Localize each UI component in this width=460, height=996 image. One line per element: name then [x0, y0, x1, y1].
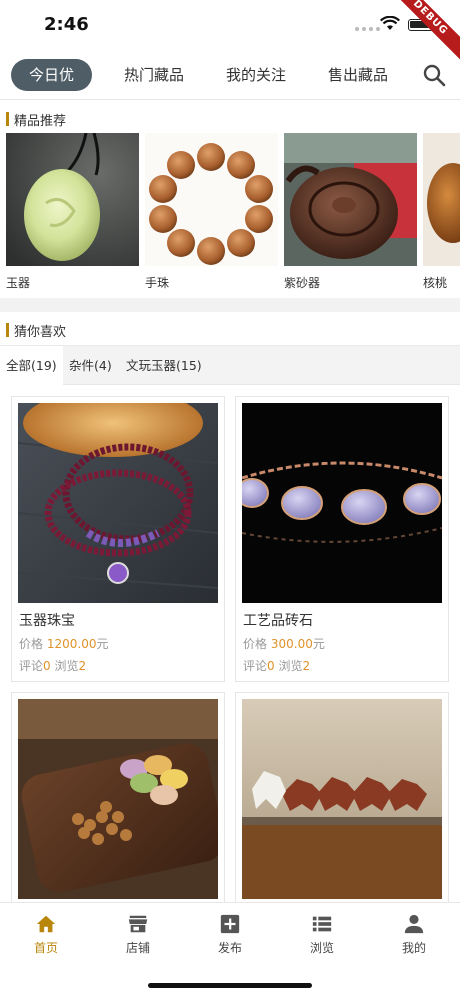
person-icon	[404, 914, 424, 934]
wifi-icon	[380, 16, 400, 30]
guess-section-header: 猜你喜欢	[0, 313, 460, 345]
featured-item-jade[interactable]: 玉器	[6, 133, 139, 291]
nav-label: 我的	[401, 941, 426, 955]
comment-count: 0	[267, 659, 275, 673]
product-image-lavender-bracelet	[242, 403, 442, 603]
tab-today-picks[interactable]: 今日优选	[11, 59, 92, 116]
view-label: 浏览	[54, 659, 79, 673]
bottom-nav-bar: 首页 店铺 发布 浏览 我的	[0, 902, 460, 996]
featured-item-teapot[interactable]: 紫砂器	[284, 133, 417, 291]
walnut-image	[423, 133, 460, 266]
nav-store[interactable]: 店铺	[92, 903, 184, 963]
nav-label: 浏览	[309, 941, 334, 955]
price-unit: 元	[96, 637, 109, 651]
product-name: 玉器珠宝	[19, 613, 75, 629]
featured-item-walnut[interactable]: 核桃	[423, 133, 460, 291]
section-divider	[0, 298, 460, 312]
filter-jade-curios[interactable]: 文玩玉器(15)	[126, 346, 202, 386]
tab-sold-collections[interactable]: 售出藏品	[320, 59, 396, 91]
view-count: 2	[302, 659, 311, 673]
price-label: 价格	[19, 637, 44, 651]
price-value: 300.00	[270, 637, 313, 651]
comment-label: 评论	[243, 659, 268, 673]
featured-item-label: 紫砂器	[284, 276, 321, 290]
category-filter-bar: 全部(19) 杂件(4) 文玩玉器(15)	[0, 345, 460, 386]
nav-home[interactable]: 首页	[0, 903, 92, 963]
nav-label: 店铺	[125, 941, 150, 955]
product-stats: 评论0 浏览2	[243, 657, 310, 674]
status-time: 2:46	[44, 14, 89, 35]
product-image-horse-sculpture	[242, 699, 442, 899]
price-label: 价格	[243, 637, 268, 651]
featured-carousel[interactable]: 玉器 手珠 紫砂器 核桃	[6, 133, 460, 293]
store-icon	[128, 915, 148, 933]
filter-all[interactable]: 全部(19)	[0, 346, 63, 386]
product-image-macaron-tray	[18, 699, 218, 899]
featured-item-label: 手珠	[145, 276, 170, 290]
tab-hot-collections[interactable]: 热门藏品	[116, 59, 192, 91]
search-icon[interactable]	[421, 62, 447, 88]
home-icon	[36, 915, 56, 933]
jade-pendant-image	[6, 133, 139, 266]
nav-publish[interactable]: 发布	[184, 903, 276, 963]
home-indicator[interactable]	[148, 983, 312, 988]
product-card[interactable]: 玉器珠宝 价格 1200.00元 评论0 浏览2	[11, 396, 225, 682]
comment-label: 评论	[19, 659, 44, 673]
nav-label: 发布	[217, 941, 242, 955]
section-accent-bar	[6, 323, 9, 337]
nav-profile[interactable]: 我的	[368, 903, 460, 963]
top-tab-bar: 今日优选 热门藏品 我的关注 售出藏品	[0, 50, 460, 116]
featured-item-label: 核桃	[423, 276, 448, 290]
filter-misc[interactable]: 杂件(4)	[69, 346, 112, 386]
zisha-teapot-image	[284, 133, 417, 266]
tab-my-follows[interactable]: 我的关注	[218, 59, 294, 91]
guess-section-title: 猜你喜欢	[14, 325, 67, 340]
list-icon	[312, 916, 332, 932]
add-box-icon	[220, 914, 240, 934]
view-count: 2	[78, 659, 87, 673]
product-stats: 评论0 浏览2	[19, 657, 86, 674]
product-price: 价格 1200.00元	[19, 635, 108, 652]
featured-section-title: 精品推荐	[14, 114, 67, 129]
nav-label: 首页	[33, 941, 58, 955]
nav-browse[interactable]: 浏览	[276, 903, 368, 963]
signal-icon	[355, 27, 380, 31]
featured-item-label: 玉器	[6, 276, 31, 290]
section-accent-bar	[6, 112, 9, 126]
product-image-garnet-bracelet	[18, 403, 218, 603]
featured-item-beads[interactable]: 手珠	[145, 133, 278, 291]
product-card[interactable]	[11, 692, 225, 922]
wood-bead-bracelet-image	[145, 133, 278, 266]
product-name: 工艺品砖石	[243, 613, 313, 629]
comment-count: 0	[43, 659, 51, 673]
product-card[interactable]: 工艺品砖石 价格 300.00元 评论0 浏览2	[235, 396, 449, 682]
status-bar: 2:46 DEBUG	[0, 0, 460, 67]
view-label: 浏览	[278, 659, 303, 673]
price-value: 1200.00	[46, 637, 97, 651]
price-unit: 元	[312, 637, 325, 651]
featured-section-header: 精品推荐	[0, 102, 460, 134]
product-card[interactable]	[235, 692, 449, 922]
product-price: 价格 300.00元	[243, 635, 325, 652]
